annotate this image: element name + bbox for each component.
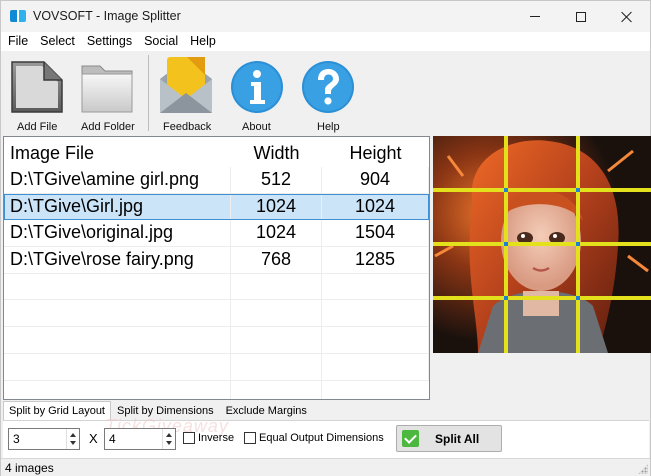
cell-file: D:\TGive\Girl.jpg: [4, 193, 231, 220]
feedback-label: Feedback: [163, 121, 212, 133]
checkbox-box[interactable]: [244, 432, 256, 444]
status-text: 4 images: [5, 461, 54, 475]
add-folder-icon: [81, 65, 133, 113]
cell-file: D:\TGive\rose fairy.png: [4, 247, 231, 273]
header-height[interactable]: Height: [322, 137, 429, 167]
columns-spin-arrows[interactable]: [66, 429, 79, 449]
spin-down-icon[interactable]: [166, 441, 172, 445]
cell-width: 768: [231, 247, 322, 273]
menu-help[interactable]: Help: [183, 32, 221, 51]
table-row[interactable]: D:\TGive\amine girl.png 512 904: [4, 167, 429, 194]
cell-width: 512: [231, 167, 322, 193]
table-row[interactable]: D:\TGive\original.jpg 1024 1504: [4, 220, 429, 248]
table-row[interactable]: D:\TGive\rose fairy.png 768 1285: [4, 247, 429, 274]
menu-select[interactable]: Select: [33, 32, 80, 51]
add-folder-label: Add Folder: [81, 121, 135, 133]
cell-width: 1024: [231, 193, 322, 220]
spin-up-icon[interactable]: [70, 433, 76, 437]
help-label: Help: [317, 121, 340, 133]
cell-height: 904: [322, 167, 429, 193]
rows-spin-arrows[interactable]: [162, 429, 175, 449]
inverse-label: Inverse: [198, 432, 235, 444]
title-bar: VOVSOFT - Image Splitter: [1, 1, 650, 32]
about-button[interactable]: About: [223, 51, 293, 135]
menu-settings[interactable]: Settings: [80, 32, 137, 51]
window-title: VOVSOFT - Image Splitter: [33, 9, 181, 23]
minimize-icon: [530, 16, 540, 17]
equal-output-checkbox[interactable]: Equal Output Dimensions: [244, 432, 384, 444]
cell-file: D:\TGive\amine girl.png: [4, 167, 231, 193]
add-file-label: Add File: [17, 121, 58, 133]
empty-row: [4, 353, 429, 381]
rows-value: 4: [109, 432, 116, 446]
cell-file: D:\TGive\original.jpg: [4, 220, 231, 247]
cell-height: 1285: [322, 247, 429, 273]
about-label: About: [242, 121, 271, 133]
image-preview: [433, 136, 651, 353]
help-button[interactable]: Help: [293, 51, 363, 135]
close-icon: [621, 11, 633, 23]
menu-bar: File Select Settings Social Help: [1, 32, 650, 51]
empty-row: [4, 273, 429, 301]
empty-row: [4, 300, 429, 328]
menu-file[interactable]: File: [1, 32, 33, 51]
cell-height: 1024: [322, 193, 429, 220]
feedback-mail-icon: [160, 57, 212, 113]
add-folder-button[interactable]: Add Folder: [73, 51, 143, 135]
table-row-selected[interactable]: D:\TGive\Girl.jpg 1024 1024: [4, 193, 429, 221]
header-image-file[interactable]: Image File: [4, 137, 231, 167]
spin-down-icon[interactable]: [70, 441, 76, 445]
list-header: Image File Width Height: [4, 137, 429, 167]
feedback-button[interactable]: Feedback: [151, 51, 223, 135]
preview-image: [433, 136, 651, 353]
add-file-button[interactable]: Add File: [1, 51, 73, 135]
spin-up-icon[interactable]: [166, 433, 172, 437]
columns-spinbox[interactable]: 3: [8, 428, 80, 450]
rows-spinbox[interactable]: 4: [104, 428, 176, 450]
columns-value: 3: [13, 432, 20, 446]
menu-social[interactable]: Social: [137, 32, 183, 51]
question-icon: [302, 61, 354, 113]
list-rows: D:\TGive\amine girl.png 512 904 D:\TGive…: [4, 167, 429, 381]
maximize-icon: [576, 11, 586, 22]
cell-height: 1504: [322, 220, 429, 247]
image-list[interactable]: Image File Width Height D:\TGive\amine g…: [3, 136, 430, 400]
cell-width: 1024: [231, 220, 322, 247]
equal-output-label: Equal Output Dimensions: [259, 432, 384, 444]
info-icon: [231, 61, 283, 113]
split-all-label: Split All: [435, 432, 480, 446]
toolbar-separator: [148, 55, 149, 131]
minimize-button[interactable]: [512, 1, 558, 32]
app-window: VOVSOFT - Image Splitter File Select Set…: [0, 0, 651, 476]
tab-split-by-grid[interactable]: Split by Grid Layout: [3, 401, 111, 421]
app-icon: [10, 10, 26, 22]
header-width[interactable]: Width: [231, 137, 322, 167]
checkbox-box[interactable]: [183, 432, 195, 444]
grid-x-label: X: [89, 431, 98, 446]
maximize-button[interactable]: [558, 1, 604, 32]
resize-grip-icon[interactable]: [638, 464, 648, 474]
close-button[interactable]: [604, 1, 650, 32]
inverse-checkbox[interactable]: Inverse: [183, 432, 234, 444]
split-all-button[interactable]: Split All: [396, 425, 502, 452]
empty-row: [4, 327, 429, 354]
status-bar: 4 images: [1, 458, 650, 476]
toolbar: Add File Add Folder Feedback About Help: [1, 51, 650, 135]
check-icon: [402, 430, 419, 447]
tab-exclude-margins[interactable]: Exclude Margins: [220, 401, 313, 421]
add-file-icon: [11, 61, 63, 113]
